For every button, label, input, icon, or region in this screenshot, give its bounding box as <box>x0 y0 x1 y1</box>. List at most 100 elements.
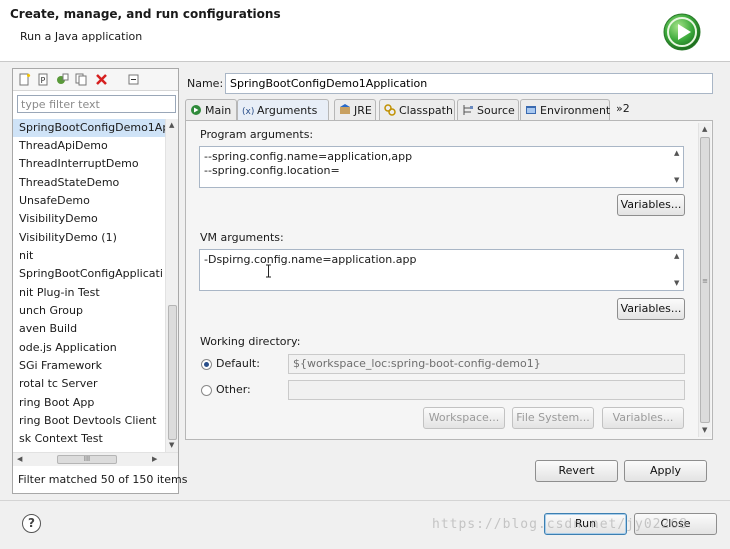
program-args-label: Program arguments: <box>200 128 314 141</box>
config-tabs: Main (x) Arguments JRE Classpath Source E… <box>185 99 713 122</box>
default-directory-input[interactable]: ${workspace_loc:spring-boot-config-demo1… <box>288 354 685 374</box>
tree-vertical-scrollbar[interactable]: ▲ ▼ <box>165 119 178 452</box>
arguments-tab-icon: (x) <box>242 107 254 116</box>
vm-args-scrollbar[interactable]: ▲ ▼ <box>672 250 684 290</box>
duplicate-config-icon[interactable] <box>75 73 88 86</box>
configuration-list: SpringBootConfigDemo1Ap ThreadApiDemo Th… <box>13 119 165 452</box>
new-config-icon[interactable] <box>18 73 31 86</box>
list-item[interactable]: SpringBootConfigDemo1Ap <box>13 119 165 137</box>
program-args-variables-button[interactable]: Variables... <box>617 194 685 216</box>
tab-jre[interactable]: JRE <box>334 99 376 121</box>
configuration-tree-panel: P SpringBootConfigDemo1Ap ThreadApiDemo … <box>12 68 187 494</box>
dialog-title: Create, manage, and run configurations <box>10 7 281 21</box>
watermark-text: https://blog.csdn.net/jy02268 <box>432 517 688 532</box>
list-item[interactable]: ThreadInterruptDemo <box>13 155 165 173</box>
scroll-up-icon[interactable]: ▲ <box>702 125 707 133</box>
list-item[interactable]: nit <box>13 247 165 265</box>
list-item[interactable]: nit Plug-in Test <box>13 284 165 302</box>
default-radio[interactable] <box>201 359 212 370</box>
other-directory-input[interactable] <box>288 380 685 400</box>
list-item[interactable]: rotal tc Server <box>13 375 165 393</box>
collapse-all-icon[interactable] <box>127 73 140 86</box>
environment-tab-icon <box>526 106 536 114</box>
list-item[interactable]: ThreadStateDemo <box>13 174 165 192</box>
tab-environment[interactable]: Environment <box>520 99 610 121</box>
list-item[interactable]: VisibilityDemo <box>13 210 165 228</box>
program-args-line: --spring.config.location= <box>204 164 340 177</box>
content-vertical-scrollbar[interactable]: ▲ ≡ ▼ <box>698 123 711 437</box>
scroll-down-icon[interactable]: ▼ <box>169 441 174 449</box>
program-args-line: --spring.config.name=application,app <box>204 150 413 163</box>
tab-arguments-label: Arguments <box>257 104 318 117</box>
list-item[interactable]: ring Boot Devtools Client <box>13 412 165 430</box>
scroll-up-icon[interactable]: ▲ <box>169 121 174 129</box>
name-input[interactable] <box>225 73 713 94</box>
vm-args-value: -Dspirng.config.name=application.app <box>204 253 417 266</box>
list-item[interactable]: ThreadApiDemo <box>13 137 165 155</box>
list-item[interactable]: unch Group <box>13 302 165 320</box>
list-item[interactable]: VisibilityDemo (1) <box>13 229 165 247</box>
run-logo-icon <box>663 13 701 51</box>
scroll-up-icon[interactable]: ▲ <box>674 149 679 157</box>
list-item[interactable]: UnsafeDemo <box>13 192 165 210</box>
name-label: Name: <box>187 77 224 90</box>
scroll-left-icon[interactable]: ◀ <box>17 455 22 463</box>
delete-config-icon[interactable] <box>95 73 108 86</box>
working-dir-variables-button[interactable]: Variables... <box>602 407 684 429</box>
file-system-button[interactable]: File System... <box>512 407 594 429</box>
source-tab-icon <box>463 105 473 115</box>
workspace-button[interactable]: Workspace... <box>423 407 505 429</box>
classpath-tab-icon <box>384 104 396 116</box>
tab-overflow-indicator[interactable]: »2 <box>616 102 630 115</box>
new-prototype-icon[interactable]: P <box>37 73 50 86</box>
arguments-tab-content: Program arguments: --spring.config.name=… <box>185 120 713 440</box>
list-item[interactable]: ring Boot App <box>13 394 165 412</box>
export-config-icon[interactable] <box>56 73 69 86</box>
revert-button[interactable]: Revert <box>535 460 618 482</box>
svg-text:P: P <box>41 76 46 85</box>
list-item[interactable]: aven Build <box>13 320 165 338</box>
content-scroll-thumb[interactable]: ≡ <box>700 137 710 423</box>
svg-text:(x): (x) <box>242 107 254 116</box>
tab-classpath[interactable]: Classpath <box>379 99 455 121</box>
main-tab-icon <box>191 105 201 115</box>
tree-horizontal-scroll-thumb[interactable]: III <box>57 455 117 464</box>
tab-arguments[interactable]: (x) Arguments <box>237 99 329 122</box>
tree-vertical-scroll-thumb[interactable] <box>168 305 177 440</box>
list-item[interactable]: ode.js Application <box>13 339 165 357</box>
tab-main-label: Main <box>205 104 232 117</box>
working-dir-label: Working directory: <box>200 335 301 348</box>
dialog-subtitle: Run a Java application <box>20 30 143 43</box>
dialog-header: Create, manage, and run configurations R… <box>0 0 730 62</box>
vm-args-variables-button[interactable]: Variables... <box>617 298 685 320</box>
footer-divider <box>0 500 730 501</box>
scroll-up-icon[interactable]: ▲ <box>674 252 679 260</box>
scroll-down-icon[interactable]: ▼ <box>702 426 707 434</box>
filter-status-text: Filter matched 50 of 150 items <box>18 473 188 486</box>
tab-main[interactable]: Main <box>185 99 237 121</box>
scroll-right-icon[interactable]: ▶ <box>152 455 157 463</box>
list-item[interactable]: sk Context Test <box>13 430 165 448</box>
tab-environment-label: Environment <box>540 104 611 117</box>
other-label: Other: <box>216 383 251 396</box>
program-args-textarea[interactable]: --spring.config.name=application,app --sp… <box>199 146 684 188</box>
default-label: Default: <box>216 357 260 370</box>
list-item[interactable]: SGi Framework <box>13 357 165 375</box>
filter-input[interactable] <box>17 95 176 113</box>
text-cursor-icon <box>266 264 271 278</box>
program-args-scrollbar[interactable]: ▲ ▼ <box>672 147 684 187</box>
vm-args-label: VM arguments: <box>200 231 284 244</box>
scroll-down-icon[interactable]: ▼ <box>674 279 679 287</box>
tab-source-label: Source <box>477 104 515 117</box>
tab-jre-label: JRE <box>354 104 372 117</box>
scroll-down-icon[interactable]: ▼ <box>674 176 679 184</box>
apply-button[interactable]: Apply <box>624 460 707 482</box>
tree-horizontal-scrollbar[interactable]: ◀ III ▶ <box>13 452 178 466</box>
list-item[interactable]: SpringBootConfigApplicati <box>13 265 165 283</box>
other-radio[interactable] <box>201 385 212 396</box>
jre-tab-icon <box>340 104 350 114</box>
tree-toolbar: P <box>13 69 178 91</box>
tab-classpath-label: Classpath <box>399 104 453 117</box>
tab-source[interactable]: Source <box>457 99 519 121</box>
help-icon[interactable]: ? <box>22 514 41 533</box>
